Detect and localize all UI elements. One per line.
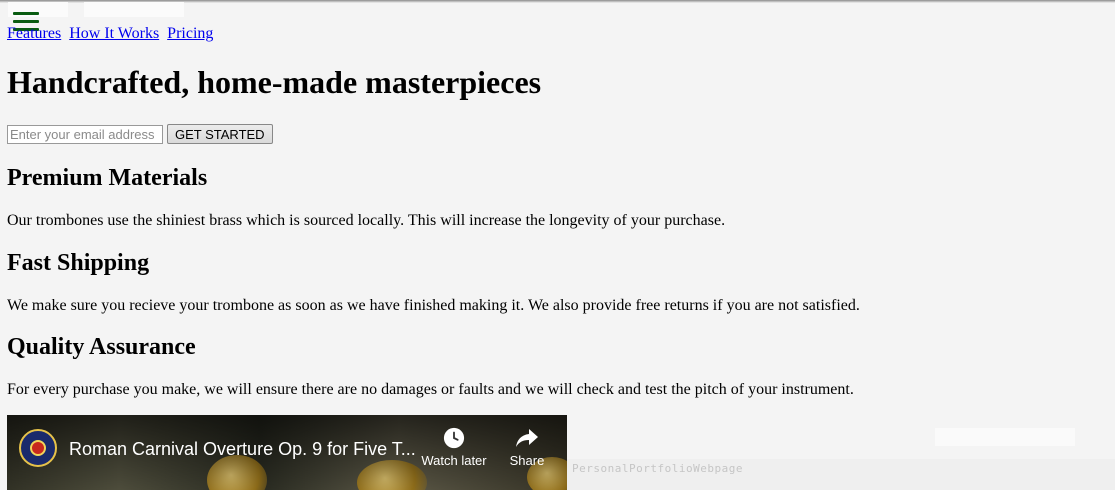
signup-form: GET STARTED — [7, 124, 273, 144]
feature-text-premium-materials: Our trombones use the shiniest brass whi… — [7, 212, 726, 229]
watermark-text: PersonalPortfolioWebpage — [572, 462, 743, 475]
nav-link-pricing[interactable]: Pricing — [167, 25, 213, 42]
nav-link-features[interactable]: Features — [7, 25, 61, 42]
watch-later-label: Watch later — [421, 453, 487, 468]
faded-overlay-bar — [935, 428, 1075, 446]
feature-title-premium-materials: Premium Materials — [7, 165, 208, 191]
email-field[interactable] — [7, 124, 163, 144]
get-started-button[interactable]: GET STARTED — [167, 124, 273, 144]
video-embed[interactable]: Roman Carnival Overture Op. 9 for Five T… — [7, 415, 567, 490]
faded-header-block — [84, 2, 184, 17]
feature-text-quality-assurance: For every purchase you make, we will ens… — [7, 381, 854, 398]
main-nav: Features How It Works Pricing — [7, 25, 217, 43]
share-arrow-icon — [516, 429, 538, 447]
video-title[interactable]: Roman Carnival Overture Op. 9 for Five T… — [69, 439, 419, 460]
channel-logo[interactable] — [19, 429, 57, 467]
watch-later-button[interactable]: Watch later — [417, 427, 491, 468]
share-button[interactable]: Share — [503, 427, 551, 468]
feature-text-fast-shipping: We make sure you recieve your trombone a… — [7, 297, 860, 314]
feature-title-fast-shipping: Fast Shipping — [7, 250, 150, 276]
page-title: Handcrafted, home-made masterpieces — [7, 64, 542, 100]
feature-title-quality-assurance: Quality Assurance — [7, 334, 196, 360]
share-label: Share — [509, 453, 545, 468]
clock-icon — [443, 427, 465, 449]
nav-link-how-it-works[interactable]: How It Works — [69, 25, 159, 42]
